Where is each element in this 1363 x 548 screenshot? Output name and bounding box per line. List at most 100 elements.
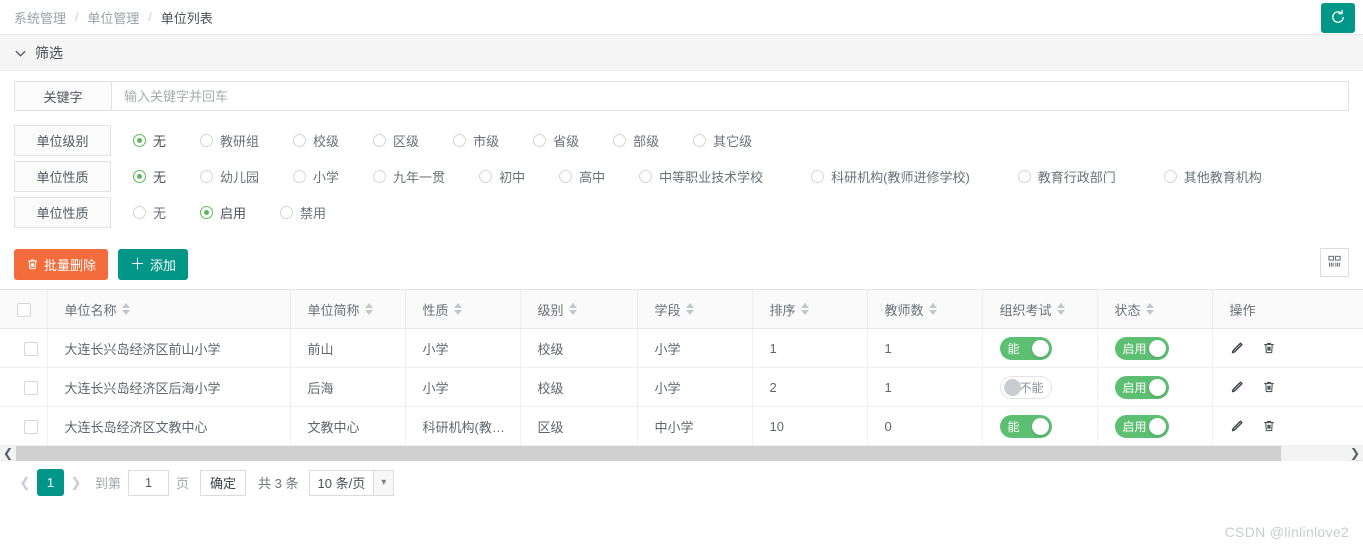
prev-page-button[interactable]: ❮ bbox=[13, 470, 37, 496]
chevron-right-icon[interactable]: ❯ bbox=[1347, 446, 1363, 460]
radio-unit-nature-1[interactable]: 幼儿园 bbox=[200, 167, 259, 186]
plus-icon: ＋ bbox=[130, 256, 146, 273]
unit-list-page: 系统管理 / 单位管理 / 单位列表 筛选 关键字 输入关键字并回车 单位级别 … bbox=[0, 0, 1363, 548]
row-checkbox[interactable] bbox=[24, 341, 39, 356]
radio-unit-nature-9[interactable]: 其他教育机构 bbox=[1163, 167, 1262, 186]
column-header-level[interactable]: 级别 bbox=[520, 289, 638, 329]
column-label: 组织考试 bbox=[999, 302, 1052, 318]
radio-label: 无 bbox=[153, 170, 167, 185]
radio-status-2[interactable]: 禁用 bbox=[280, 203, 326, 222]
radio-dot-icon bbox=[693, 134, 707, 147]
row-checkbox[interactable] bbox=[24, 380, 39, 395]
radio-unit-nature-4[interactable]: 初中 bbox=[479, 167, 525, 186]
jump-page-input[interactable] bbox=[128, 469, 170, 496]
radio-unit-level-6[interactable]: 部级 bbox=[613, 131, 659, 150]
batch-delete-label: 批量删除 bbox=[44, 258, 97, 273]
radio-label: 初中 bbox=[499, 170, 526, 185]
radio-label: 其他教育机构 bbox=[1183, 170, 1262, 185]
sort-icon[interactable] bbox=[453, 303, 462, 315]
column-header-exam[interactable]: 组织考试 bbox=[982, 289, 1098, 329]
batch-delete-button[interactable]: 批量删除 bbox=[14, 249, 109, 280]
breadcrumb-item-2[interactable]: 单位管理 bbox=[87, 8, 139, 27]
chevron-down-icon[interactable]: ▾ bbox=[373, 470, 394, 495]
cell-level: 区级 bbox=[520, 406, 638, 446]
chevron-left-icon[interactable]: ❮ bbox=[0, 446, 16, 460]
radio-unit-nature-8[interactable]: 教育行政部门 bbox=[1017, 167, 1116, 186]
status-toggle[interactable]: 启用 bbox=[1114, 336, 1169, 360]
radio-label: 科研机构(教师进修学校) bbox=[831, 170, 970, 185]
column-header-sort[interactable]: 排序 bbox=[752, 289, 868, 329]
cell-actions bbox=[1212, 367, 1363, 407]
refresh-button[interactable] bbox=[1321, 3, 1355, 33]
exam-toggle[interactable]: 不能 bbox=[999, 375, 1052, 399]
column-label: 级别 bbox=[537, 302, 564, 318]
radio-unit-nature-2[interactable]: 小学 bbox=[293, 167, 339, 186]
radio-status-0[interactable]: 无 bbox=[133, 203, 166, 222]
radio-status-1[interactable]: 启用 bbox=[200, 203, 246, 222]
radio-unit-level-3[interactable]: 区级 bbox=[373, 131, 419, 150]
select-all-checkbox[interactable] bbox=[17, 302, 31, 317]
column-settings-button[interactable] bbox=[1320, 248, 1349, 277]
trash-icon[interactable] bbox=[1262, 419, 1276, 433]
trash-icon[interactable] bbox=[1262, 341, 1276, 355]
horizontal-scrollbar[interactable]: ❮ ❯ bbox=[0, 445, 1363, 461]
toggle-label: 能 bbox=[1007, 419, 1020, 434]
page-size-select[interactable]: 10 条/页 ▾ bbox=[308, 469, 395, 496]
radio-unit-nature-0[interactable]: 无 bbox=[133, 167, 166, 186]
radio-unit-nature-7[interactable]: 科研机构(教师进修学校) bbox=[811, 167, 970, 186]
column-header-stage[interactable]: 学段 bbox=[637, 289, 753, 329]
radio-unit-level-2[interactable]: 校级 bbox=[293, 131, 339, 150]
sort-icon[interactable] bbox=[1145, 303, 1154, 315]
trash-icon[interactable] bbox=[1262, 380, 1276, 394]
page-number-1[interactable]: 1 bbox=[37, 469, 64, 496]
sort-icon[interactable] bbox=[121, 303, 130, 315]
column-header-unit-name[interactable]: 单位名称 bbox=[47, 289, 291, 329]
exam-toggle[interactable]: 能 bbox=[999, 414, 1052, 438]
toggle-knob bbox=[1148, 339, 1166, 357]
column-header-status[interactable]: 状态 bbox=[1097, 289, 1213, 329]
column-header-nature[interactable]: 性质 bbox=[405, 289, 521, 329]
pencil-icon[interactable] bbox=[1230, 380, 1244, 394]
filter-panel-header[interactable]: 筛选 bbox=[0, 35, 1363, 71]
toggle-label: 启用 bbox=[1122, 419, 1147, 434]
sort-icon[interactable] bbox=[568, 303, 577, 315]
radio-unit-nature-5[interactable]: 高中 bbox=[559, 167, 605, 186]
row-select-cell bbox=[0, 406, 48, 446]
cell-teachers: 1 bbox=[867, 367, 983, 407]
sort-icon[interactable] bbox=[928, 303, 937, 315]
sort-icon[interactable] bbox=[685, 303, 694, 315]
column-header-teachers[interactable]: 教师数 bbox=[867, 289, 983, 329]
radio-unit-nature-3[interactable]: 九年一贯 bbox=[373, 167, 445, 186]
keyword-input[interactable] bbox=[112, 82, 1348, 110]
radio-unit-level-5[interactable]: 省级 bbox=[533, 131, 579, 150]
toggle-label: 启用 bbox=[1122, 341, 1147, 356]
column-header-short-name[interactable]: 单位简称 bbox=[290, 289, 406, 329]
status-toggle[interactable]: 启用 bbox=[1114, 375, 1169, 399]
sort-icon[interactable] bbox=[1056, 303, 1065, 315]
exam-toggle[interactable]: 能 bbox=[999, 336, 1052, 360]
row-select-cell bbox=[0, 367, 48, 407]
pencil-icon[interactable] bbox=[1230, 419, 1244, 433]
radio-dot-icon bbox=[200, 134, 214, 147]
sort-icon[interactable] bbox=[800, 303, 809, 315]
scrollbar-thumb[interactable] bbox=[16, 445, 1281, 461]
trash-icon bbox=[26, 258, 39, 271]
confirm-button[interactable]: 确定 bbox=[200, 469, 247, 496]
breadcrumb-item-1[interactable]: 系统管理 bbox=[14, 8, 66, 27]
pencil-icon[interactable] bbox=[1230, 341, 1244, 355]
radio-unit-nature-6[interactable]: 中等职业技术学校 bbox=[639, 167, 763, 186]
sort-icon[interactable] bbox=[364, 303, 373, 315]
radio-unit-level-0[interactable]: 无 bbox=[133, 131, 166, 150]
radio-unit-level-7[interactable]: 其它级 bbox=[693, 131, 752, 150]
cell-exam: 能 bbox=[982, 328, 1098, 368]
radio-dot-icon bbox=[479, 170, 493, 183]
add-button[interactable]: ＋ 添加 bbox=[118, 249, 189, 280]
column-label: 单位简称 bbox=[307, 302, 360, 318]
scrollbar-track[interactable] bbox=[16, 445, 1347, 461]
radio-unit-level-4[interactable]: 市级 bbox=[453, 131, 499, 150]
status-toggle[interactable]: 启用 bbox=[1114, 414, 1169, 438]
radio-unit-level-1[interactable]: 教研组 bbox=[200, 131, 259, 150]
row-checkbox[interactable] bbox=[24, 419, 39, 434]
keyword-field: 关键字 bbox=[14, 81, 1349, 111]
next-page-button[interactable]: ❯ bbox=[64, 470, 88, 496]
